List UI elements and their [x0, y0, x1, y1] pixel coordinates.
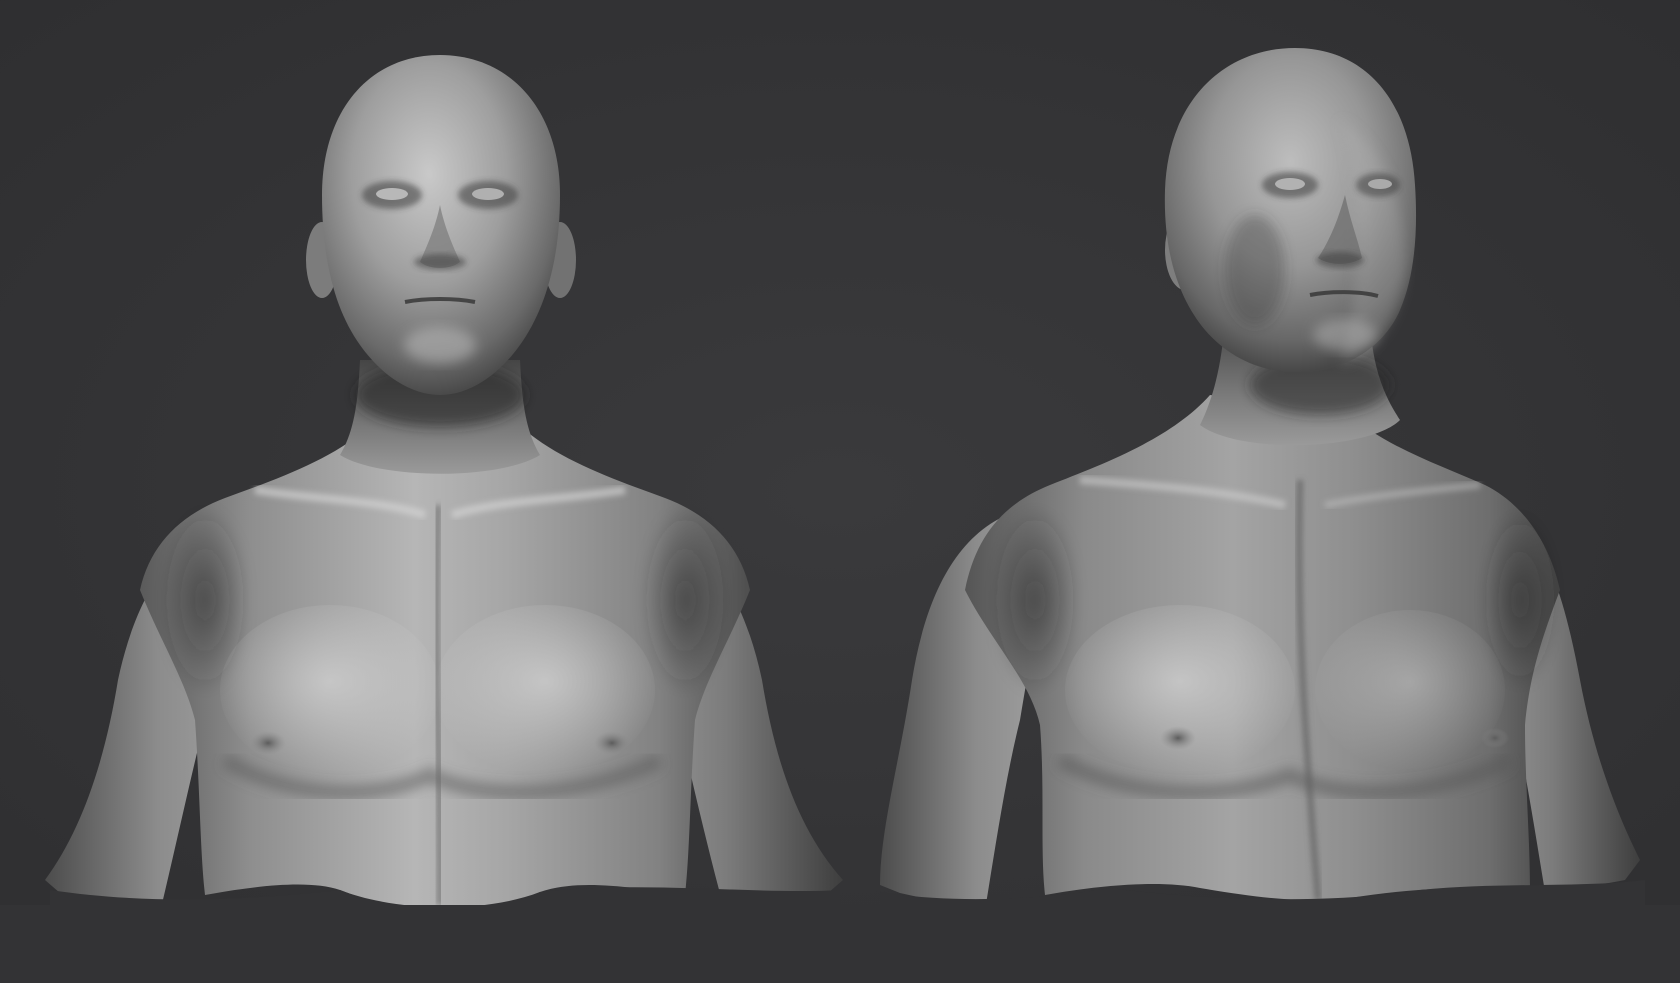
front-right-nipple — [594, 731, 630, 755]
sculpt-render — [0, 0, 1680, 983]
quarter-left-nipple — [1160, 726, 1196, 750]
render-viewport — [0, 0, 1680, 983]
front-left-nipple — [250, 731, 286, 755]
quarter-left-eye — [1275, 178, 1305, 190]
front-left-eye — [376, 188, 408, 200]
quarter-right-pec — [1315, 610, 1505, 770]
quarter-right-eye — [1368, 179, 1392, 189]
front-right-eye — [472, 188, 504, 200]
quarter-right-nipple — [1481, 728, 1509, 748]
